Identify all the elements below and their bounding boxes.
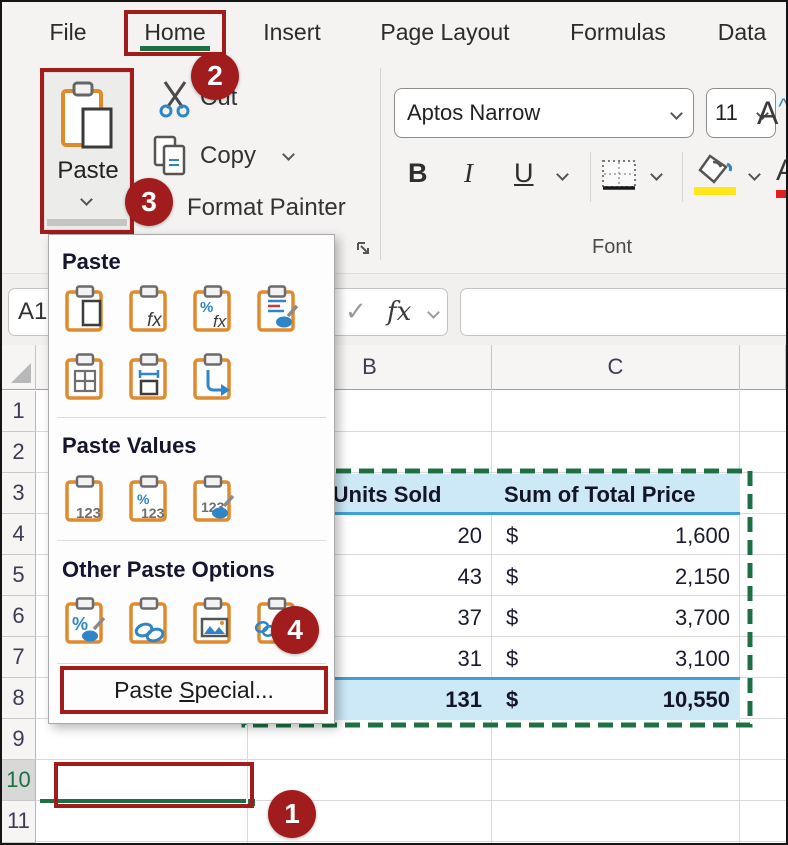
clipboard-dialog-launcher-icon[interactable] [355,240,373,258]
row-header-7[interactable]: 7 [2,637,36,678]
menu-separator-3 [57,663,326,664]
font-name-combo[interactable]: Aptos Narrow [394,88,694,138]
row-header-2[interactable]: 2 [2,432,36,473]
paste-split-button[interactable]: Paste [44,72,130,230]
paste-special-label: Paste Special... [114,677,274,704]
fx-chevron-icon[interactable] [427,306,440,319]
copy-icon[interactable] [152,134,192,178]
font-color-button[interactable]: A [776,154,788,202]
paste-formulas-number-formatting-icon[interactable]: %fx [191,285,235,333]
svg-text:fx: fx [147,310,163,331]
callout-badge-3: 3 [125,178,173,226]
svg-text:123: 123 [76,505,101,522]
font-size-value: 11 [715,100,738,126]
row-header-11[interactable]: 11 [2,801,36,843]
row-header-1[interactable]: 1 [2,391,36,432]
values-source-formatting-icon[interactable]: 123 [191,475,235,523]
excel-window: File Home Insert Page Layout Formulas Da… [0,0,788,845]
formatting-icon[interactable]: % [63,597,107,645]
underline-chevron-icon[interactable] [556,168,569,181]
tab-file[interactable]: File [40,10,96,54]
bold-button[interactable]: B [408,158,428,189]
callout-badge-4: 4 [271,606,319,654]
tab-home[interactable]: Home [128,14,222,50]
formula-input[interactable] [460,288,788,336]
paste-button-label: Paste [45,157,131,185]
tab-data[interactable]: Data [712,10,772,54]
paste-values-icon[interactable]: 123 [63,475,107,523]
callout-badge-1: 1 [268,790,316,838]
column-header-d[interactable] [740,345,786,390]
fill-color-swatch[interactable] [694,187,736,195]
row-header-10[interactable]: 10 [2,760,36,801]
paste-section-title: Paste [62,249,121,275]
paste-dropdown-chevron-icon[interactable] [80,193,93,206]
borders-chevron-icon[interactable] [650,168,663,181]
select-all-triangle-icon [11,363,31,383]
italic-button[interactable]: I [464,158,473,189]
row-header-6[interactable]: 6 [2,596,36,637]
paste-special-menu-item[interactable]: Paste Special... [60,666,328,714]
fill-color-button-icon[interactable] [694,152,738,186]
paste-button-annotation-box: Paste [40,68,134,234]
copy-dropdown-chevron-icon[interactable] [282,148,295,161]
paste-clipboard-icon [59,81,117,157]
row-header-9[interactable]: 9 [2,719,36,760]
menu-separator-2 [57,540,326,541]
font-name-value: Aptos Narrow [407,100,540,126]
select-all-corner[interactable] [2,345,36,390]
row-header-5[interactable]: 5 [2,555,36,596]
column-header-c[interactable]: C [492,345,740,390]
svg-text:%: % [200,299,213,316]
row-header-4[interactable]: 4 [2,514,36,555]
paste-values-section-title: Paste Values [62,433,197,459]
keep-source-formatting-icon[interactable] [255,285,299,333]
svg-text:%: % [72,614,88,634]
keep-source-column-widths-icon[interactable] [127,353,171,401]
paste-picture-icon[interactable] [191,597,235,645]
font-group-separator-2 [682,152,683,202]
copy-button[interactable]: Copy [200,142,256,170]
row-header-8[interactable]: 8 [2,678,36,719]
svg-text:fx: fx [213,312,227,331]
insert-function-icon[interactable]: fx [387,297,411,327]
enter-checkmark-icon[interactable]: ✓ [345,297,367,327]
font-name-chevron-icon [670,107,683,120]
paste-no-borders-icon[interactable] [63,353,107,401]
paste-formulas-icon[interactable]: fx [127,285,171,333]
group-separator [380,68,381,260]
underline-button[interactable]: U [514,158,534,189]
fill-color-chevron-icon[interactable] [748,168,761,181]
tab-page-layout[interactable]: Page Layout [370,10,520,54]
paste-icon[interactable] [63,285,107,333]
font-color-swatch [776,190,788,198]
tab-formulas[interactable]: Formulas [562,10,674,54]
home-tab-annotation-box: Home [124,10,226,56]
format-painter-button[interactable]: Format Painter [187,194,346,222]
tab-insert[interactable]: Insert [257,10,327,54]
grow-font-button[interactable]: A^ [757,94,788,132]
paste-link-icon[interactable] [127,597,171,645]
font-group-label: Font [562,236,662,259]
row-header-3[interactable]: 3 [2,473,36,514]
active-tab-underline [140,46,210,51]
font-group-separator [590,152,591,202]
paste-button-pressed-strip [47,219,127,226]
other-paste-options-section-title: Other Paste Options [62,557,275,583]
callout-badge-2: 2 [191,52,239,100]
menu-separator [57,417,326,418]
svg-text:123: 123 [141,505,165,521]
values-number-formatting-icon[interactable]: %123 [127,475,171,523]
borders-button-icon[interactable] [600,158,640,194]
cell-a10-annotation-box[interactable] [54,762,254,808]
cut-icon[interactable] [158,78,192,118]
transpose-icon[interactable] [191,353,235,401]
